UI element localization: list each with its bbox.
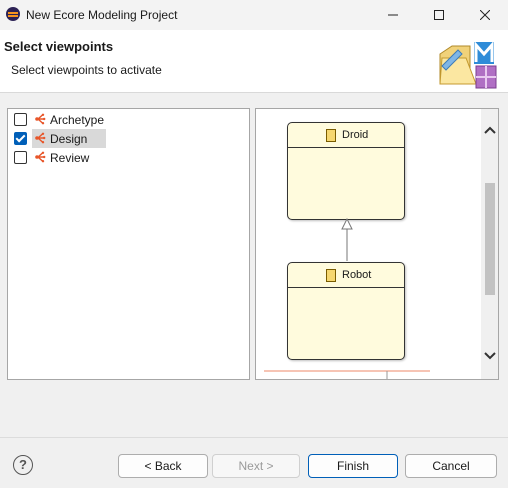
class-name: Robot <box>342 269 372 281</box>
viewpoint-label: Review <box>50 151 90 165</box>
close-icon <box>480 10 490 20</box>
viewpoint-icon <box>35 132 46 144</box>
maximize-icon <box>434 10 444 20</box>
preview-scrollbar[interactable] <box>481 109 498 379</box>
help-button[interactable]: ? <box>13 455 33 475</box>
close-button[interactable] <box>462 0 508 30</box>
list-item[interactable]: Design <box>8 129 248 148</box>
viewpoint-checkbox-archetype[interactable] <box>14 113 27 126</box>
scroll-thumb[interactable] <box>485 183 495 295</box>
list-item[interactable]: Review <box>8 148 248 167</box>
viewpoint-icon <box>35 113 46 125</box>
ecore-project-wizard-icon <box>439 41 497 89</box>
cancel-button[interactable]: Cancel <box>405 454 497 478</box>
window-title: New Ecore Modeling Project <box>26 8 178 22</box>
minimize-button[interactable] <box>370 0 416 30</box>
viewpoint-checkbox-review[interactable] <box>14 151 27 164</box>
minimize-icon <box>388 14 398 16</box>
scroll-down-icon[interactable] <box>484 349 496 361</box>
viewpoint-icon <box>35 151 46 163</box>
viewpoint-label: Archetype <box>50 113 105 127</box>
title-bar: New Ecore Modeling Project <box>0 0 508 30</box>
back-button[interactable]: < Back <box>118 454 208 478</box>
footer-divider <box>0 437 508 438</box>
scroll-up-icon[interactable] <box>484 125 496 137</box>
next-button[interactable]: Next > <box>212 454 300 478</box>
class-box-robot: Robot <box>287 262 405 360</box>
maximize-button[interactable] <box>416 0 462 30</box>
viewpoint-checkbox-design[interactable] <box>14 132 27 145</box>
viewpoint-preview: Droid Robot <box>255 108 499 380</box>
page-title: Select viewpoints <box>4 39 114 54</box>
viewpoint-list[interactable]: Archetype Design Review <box>7 108 250 380</box>
eclass-icon <box>326 269 336 282</box>
list-item[interactable]: Archetype <box>8 110 248 129</box>
checkmark-icon <box>15 132 26 143</box>
page-description: Select viewpoints to activate <box>11 63 162 77</box>
wizard-header: Select viewpoints Select viewpoints to a… <box>0 30 508 93</box>
eclipse-app-icon <box>6 7 20 21</box>
finish-button[interactable]: Finish <box>308 454 398 478</box>
viewpoint-label: Design <box>50 132 88 146</box>
